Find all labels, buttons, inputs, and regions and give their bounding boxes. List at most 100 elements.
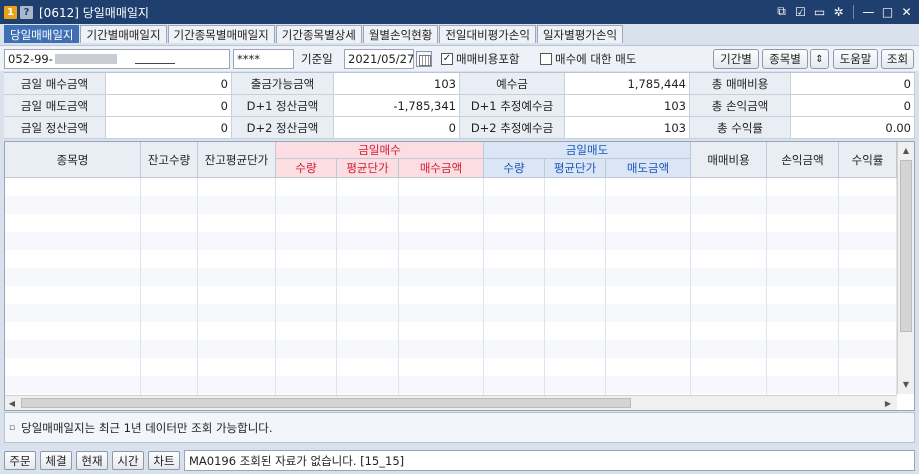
- bottom-bar: 주문 체결 현재 시간 차트 MA0196 조회된 자료가 없습니다. [15_…: [0, 446, 919, 474]
- summary-label: 총 매매비용: [690, 73, 791, 95]
- grid-column-line: [198, 178, 276, 396]
- col-sell-avg[interactable]: 평균단가: [545, 159, 606, 178]
- window-controls: ⧉ ☑ ▭ ✲ — □ ✕: [773, 3, 915, 21]
- screenshot-icon[interactable]: ▭: [811, 3, 828, 20]
- stock-button[interactable]: 종목별: [762, 49, 808, 69]
- window-title: [0612] 당일매매일지: [39, 5, 149, 20]
- grid-column-line: [141, 178, 198, 396]
- account-mask: [54, 54, 117, 64]
- summary-label: D+1 정산금액: [232, 95, 334, 117]
- col-sell-amount[interactable]: 매도금액: [606, 159, 691, 178]
- calendar-icon[interactable]: [416, 51, 432, 67]
- vertical-scrollbar[interactable]: ▲ ▼: [897, 142, 914, 394]
- summary-label: 총 수익률: [690, 117, 791, 139]
- summary-label: 총 손익금액: [690, 95, 791, 117]
- grid-column-line: [5, 178, 141, 396]
- window-number-badge[interactable]: 1: [4, 5, 17, 19]
- grid-column-line: [691, 178, 767, 396]
- col-trade-fee[interactable]: 매매비용: [691, 142, 767, 178]
- close-icon[interactable]: ✕: [898, 3, 915, 20]
- period-button[interactable]: 기간별: [713, 49, 759, 69]
- col-buy-avg[interactable]: 평균단가: [337, 159, 399, 178]
- status-message: MA0196 조회된 자료가 없습니다. [15_15]: [184, 450, 915, 471]
- tab-monthly-pnl[interactable]: 월별손익현황: [362, 25, 439, 43]
- query-button[interactable]: 조회: [881, 49, 914, 69]
- date-label: 기준일: [301, 52, 333, 66]
- summary-label: 금일 매도금액: [4, 95, 106, 117]
- scroll-left-icon[interactable]: ◀: [5, 396, 19, 410]
- grid-column-line: [545, 178, 606, 396]
- info-bar: ▫ 당일매매일지는 최근 1년 데이터만 조회 가능합니다.: [4, 412, 915, 443]
- scroll-down-icon[interactable]: ▼: [898, 376, 914, 392]
- sell-for-buy-checkbox-box[interactable]: [540, 53, 552, 65]
- grid-column-line: [484, 178, 545, 396]
- date-input[interactable]: 2021/05/27: [344, 49, 414, 69]
- col-buy-amount[interactable]: 매수금액: [399, 159, 484, 178]
- summary-value: 0.00: [791, 117, 915, 139]
- settings-gear-icon[interactable]: ✲: [830, 3, 847, 20]
- summary-value: 0: [106, 117, 232, 139]
- grid-column-line: [276, 178, 337, 396]
- summary-label: 금일 매수금액: [4, 73, 106, 95]
- scroll-right-icon[interactable]: ▶: [881, 396, 895, 410]
- col-group-today-buy: 금일매수: [276, 142, 484, 159]
- info-marker-icon: ▫: [9, 422, 16, 433]
- maximize-icon[interactable]: □: [879, 3, 896, 20]
- summary-value: 0: [791, 95, 915, 117]
- updown-icon[interactable]: ⇕: [810, 49, 829, 69]
- minimize-icon[interactable]: —: [860, 3, 877, 20]
- vertical-scroll-thumb[interactable]: [900, 160, 912, 332]
- tab-period-stock-journal[interactable]: 기간종목별매매일지: [167, 25, 275, 43]
- summary-value: 1,785,444: [565, 73, 690, 95]
- col-balance-avg[interactable]: 잔고평균단가: [198, 142, 276, 178]
- summary-value: -1,785,341: [334, 95, 460, 117]
- col-stock-name[interactable]: 종목명: [5, 142, 141, 178]
- grid-header: 종목명 잔고수량 잔고평균단가 금일매수 수량 평균단가 매수금액 금일매도 수…: [5, 142, 897, 178]
- time-button[interactable]: 시간: [112, 451, 144, 470]
- sell-for-buy-checkbox[interactable]: 매수에 대한 매도: [540, 51, 636, 67]
- chart-button[interactable]: 차트: [148, 451, 180, 470]
- horizontal-scroll-thumb[interactable]: [21, 398, 631, 408]
- tab-strip: 당일매매일지 기간별매매일지 기간종목별매매일지 기간종목별상세 월별손익현황 …: [4, 25, 624, 43]
- checklist-icon[interactable]: ☑: [792, 3, 809, 20]
- fee-include-checkbox[interactable]: ✓ 매매비용포함: [441, 51, 519, 67]
- summary-label: 금일 정산금액: [4, 117, 106, 139]
- tab-daily-journal[interactable]: 당일매매일지: [4, 25, 80, 43]
- summary-value: 0: [334, 117, 460, 139]
- summary-label: 출금가능금액: [232, 73, 334, 95]
- help-badge[interactable]: ?: [20, 5, 33, 19]
- summary-row: 금일 정산금액 0 D+2 정산금액 0 D+2 추정예수금 103 총 수익률…: [4, 117, 915, 139]
- link-window-icon[interactable]: ⧉: [773, 3, 790, 20]
- horizontal-scrollbar[interactable]: ◀ ▶: [5, 395, 897, 410]
- col-group-today-sell: 금일매도: [484, 142, 691, 159]
- summary-value: 0: [791, 73, 915, 95]
- summary-value: 103: [565, 117, 690, 139]
- query-row: 052-99- **** 기준일 2021/05/27 ✓ 매매비용포함 매수에…: [0, 45, 919, 71]
- grid-column-line: [767, 178, 839, 396]
- col-return-rate[interactable]: 수익률: [839, 142, 897, 178]
- summary-row: 금일 매수금액 0 출금가능금액 103 예수금 1,785,444 총 매매비…: [4, 73, 915, 95]
- tab-daily-eval[interactable]: 일자별평가손익: [536, 25, 624, 43]
- grid-column-line: [839, 178, 897, 396]
- tab-prev-day-eval[interactable]: 전일대비평가손익: [439, 25, 536, 43]
- col-sell-qty[interactable]: 수량: [484, 159, 545, 178]
- execution-button[interactable]: 체결: [40, 451, 72, 470]
- account-name-mask: [134, 54, 175, 64]
- password-input[interactable]: ****: [233, 49, 294, 69]
- account-prefix: 052-99-: [8, 52, 53, 66]
- summary-value: 103: [334, 73, 460, 95]
- summary-value: 0: [106, 73, 232, 95]
- col-pnl-amount[interactable]: 손익금액: [767, 142, 839, 178]
- fee-include-checkbox-box[interactable]: ✓: [441, 53, 453, 65]
- trade-grid[interactable]: 종목명 잔고수량 잔고평균단가 금일매수 수량 평균단가 매수금액 금일매도 수…: [4, 141, 915, 411]
- col-balance-qty[interactable]: 잔고수량: [141, 142, 198, 178]
- col-buy-qty[interactable]: 수량: [276, 159, 337, 178]
- summary-value: 0: [106, 95, 232, 117]
- scroll-up-icon[interactable]: ▲: [898, 142, 914, 158]
- current-price-button[interactable]: 현재: [76, 451, 108, 470]
- order-button[interactable]: 주문: [4, 451, 36, 470]
- help-button[interactable]: 도움말: [833, 49, 878, 69]
- tab-period-journal[interactable]: 기간별매매일지: [80, 25, 167, 43]
- account-input[interactable]: 052-99-: [4, 49, 230, 69]
- tab-period-stock-detail[interactable]: 기간종목별상세: [275, 25, 362, 43]
